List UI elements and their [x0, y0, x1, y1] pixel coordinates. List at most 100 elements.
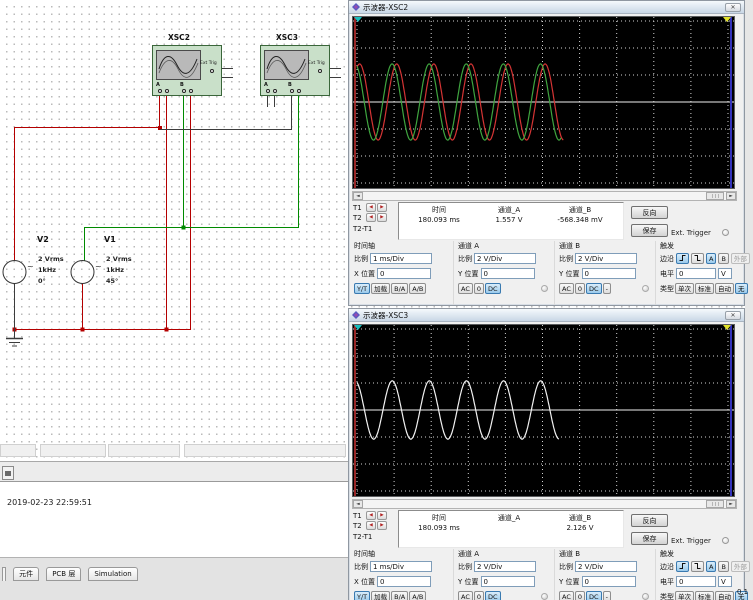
ext-trig-pin[interactable] [318, 69, 322, 73]
cursor1-right-button[interactable]: ▶ [377, 203, 387, 212]
channel-b-zero-button[interactable]: 0 [575, 591, 585, 600]
trigger-single-button[interactable]: 单次 [675, 283, 694, 294]
mode-yt-button[interactable]: Y/T [354, 283, 370, 294]
trigger-source-ext-button[interactable]: 外部 [731, 561, 750, 572]
channel-b-zero-button[interactable]: 0 [575, 283, 585, 294]
oscilloscope-xsc2-symbol[interactable]: Ext Trig A B [152, 45, 222, 96]
channel-b-invert-button[interactable]: - [603, 591, 611, 600]
tab-simulation[interactable]: Simulation [88, 567, 137, 581]
mode-yt-button[interactable]: Y/T [354, 591, 370, 600]
trigger-single-button[interactable]: 单次 [675, 591, 694, 600]
rising-edge-button[interactable] [676, 561, 689, 572]
scroll-left-arrow[interactable]: ◄ [353, 192, 363, 200]
save-button[interactable]: 保存 [631, 532, 668, 545]
channel-b-invert-button[interactable]: - [603, 283, 611, 294]
trigger-source-ext-button[interactable]: 外部 [731, 253, 750, 264]
window-titlebar[interactable]: 示波器-XSC3 ✕ [349, 309, 744, 322]
terminal-a-minus-pin[interactable] [165, 89, 169, 93]
cursor1-left-button[interactable]: ◀ [366, 203, 376, 212]
trigger-source-a-button[interactable]: A [706, 561, 716, 572]
trigger-source-a-button[interactable]: A [706, 253, 716, 264]
scrollbar-thumb[interactable] [706, 192, 724, 200]
scroll-right-arrow[interactable]: ► [726, 192, 736, 200]
cursor1-marker[interactable] [354, 17, 362, 22]
channel-b-ac-button[interactable]: AC [559, 591, 574, 600]
channel-b-scale-input[interactable]: 2 V/Div [575, 253, 637, 264]
x-position-input[interactable]: 0 [377, 268, 431, 279]
terminal-a-plus-pin[interactable] [266, 89, 270, 93]
cursor1-left-button[interactable]: ◀ [366, 511, 376, 520]
channel-a-scale-input[interactable]: 2 V/Div [474, 561, 536, 572]
trigger-level-unit[interactable]: V [718, 268, 732, 279]
oscilloscope-xsc3-symbol[interactable]: Ext Trig A B [260, 45, 330, 96]
tab-stub[interactable] [2, 567, 6, 581]
ext-trigger-radio[interactable] [722, 537, 729, 544]
channel-a-zero-button[interactable]: 0 [474, 283, 484, 294]
timebase-scale-input[interactable]: 1 ms/Div [370, 253, 432, 264]
reverse-button[interactable]: 反向 [631, 514, 668, 527]
close-button[interactable]: ✕ [725, 311, 741, 320]
scope-scrollbar[interactable]: ◄ ► [352, 191, 737, 201]
cursor2-marker[interactable] [723, 17, 731, 22]
channel-b-position-input[interactable]: 0 [582, 576, 636, 587]
mode-ab-button[interactable]: A/B [409, 591, 426, 600]
cursor2-left-button[interactable]: ◀ [366, 521, 376, 530]
channel-b-position-input[interactable]: 0 [582, 268, 636, 279]
scope-scrollbar[interactable]: ◄ ► [352, 499, 737, 509]
ext-trigger-radio[interactable] [722, 229, 729, 236]
cursor1-marker[interactable] [354, 325, 362, 330]
reverse-button[interactable]: 反向 [631, 206, 668, 219]
channel-a-dc-button[interactable]: DC [485, 591, 501, 600]
cursor1-right-button[interactable]: ▶ [377, 511, 387, 520]
channel-b-dc-button[interactable]: DC [586, 283, 602, 294]
trigger-auto-button[interactable]: 自动 [715, 283, 734, 294]
ext-trig-pin[interactable] [210, 69, 214, 73]
channel-b-scale-input[interactable]: 2 V/Div [575, 561, 637, 572]
trigger-level-input[interactable]: 0 [676, 576, 716, 587]
mode-add-button[interactable]: 加载 [371, 283, 390, 294]
close-button[interactable]: ✕ [725, 3, 741, 12]
falling-edge-button[interactable] [691, 253, 704, 264]
scroll-left-arrow[interactable]: ◄ [353, 500, 363, 508]
cursor2-left-button[interactable]: ◀ [366, 213, 376, 222]
scroll-right-arrow[interactable]: ► [726, 500, 736, 508]
save-button[interactable]: 保存 [631, 224, 668, 237]
trigger-none-button[interactable]: 无 [735, 283, 748, 294]
trigger-auto-button[interactable]: 自动 [715, 591, 734, 600]
falling-edge-button[interactable] [691, 561, 704, 572]
channel-b-ac-button[interactable]: AC [559, 283, 574, 294]
mode-ba-button[interactable]: B/A [391, 591, 408, 600]
channel-a-position-input[interactable]: 0 [481, 576, 535, 587]
terminal-b-minus-pin[interactable] [189, 89, 193, 93]
channel-b-dc-button[interactable]: DC [586, 591, 602, 600]
timebase-scale-input[interactable]: 1 ms/Div [370, 561, 432, 572]
trigger-normal-button[interactable]: 标准 [695, 283, 714, 294]
terminal-b-minus-pin[interactable] [297, 89, 301, 93]
cursor2-right-button[interactable]: ▶ [377, 521, 387, 530]
design-tab-stub[interactable] [2, 466, 14, 480]
trigger-source-b-button[interactable]: B [718, 561, 728, 572]
channel-a-scale-input[interactable]: 2 V/Div [474, 253, 536, 264]
trigger-normal-button[interactable]: 标准 [695, 591, 714, 600]
trigger-source-b-button[interactable]: B [718, 253, 728, 264]
tab-components[interactable]: 元件 [13, 567, 39, 581]
mode-ab-button[interactable]: A/B [409, 283, 426, 294]
channel-a-dc-button[interactable]: DC [485, 283, 501, 294]
scrollbar-thumb[interactable] [706, 500, 724, 508]
cursor2-right-button[interactable]: ▶ [377, 213, 387, 222]
channel-a-position-input[interactable]: 0 [481, 268, 535, 279]
trigger-level-unit[interactable]: V [718, 576, 732, 587]
terminal-a-minus-pin[interactable] [273, 89, 277, 93]
window-titlebar[interactable]: 示波器-XSC2 ✕ [349, 1, 744, 14]
tab-pcb-layers[interactable]: PCB 层 [46, 567, 81, 581]
channel-a-ac-button[interactable]: AC [458, 283, 473, 294]
terminal-b-plus-pin[interactable] [290, 89, 294, 93]
terminal-a-plus-pin[interactable] [158, 89, 162, 93]
x-position-input[interactable]: 0 [377, 576, 431, 587]
terminal-b-plus-pin[interactable] [182, 89, 186, 93]
trigger-level-input[interactable]: 0 [676, 268, 716, 279]
mode-add-button[interactable]: 加载 [371, 591, 390, 600]
cursor2-marker[interactable] [723, 325, 731, 330]
mode-ba-button[interactable]: B/A [391, 283, 408, 294]
channel-a-zero-button[interactable]: 0 [474, 591, 484, 600]
